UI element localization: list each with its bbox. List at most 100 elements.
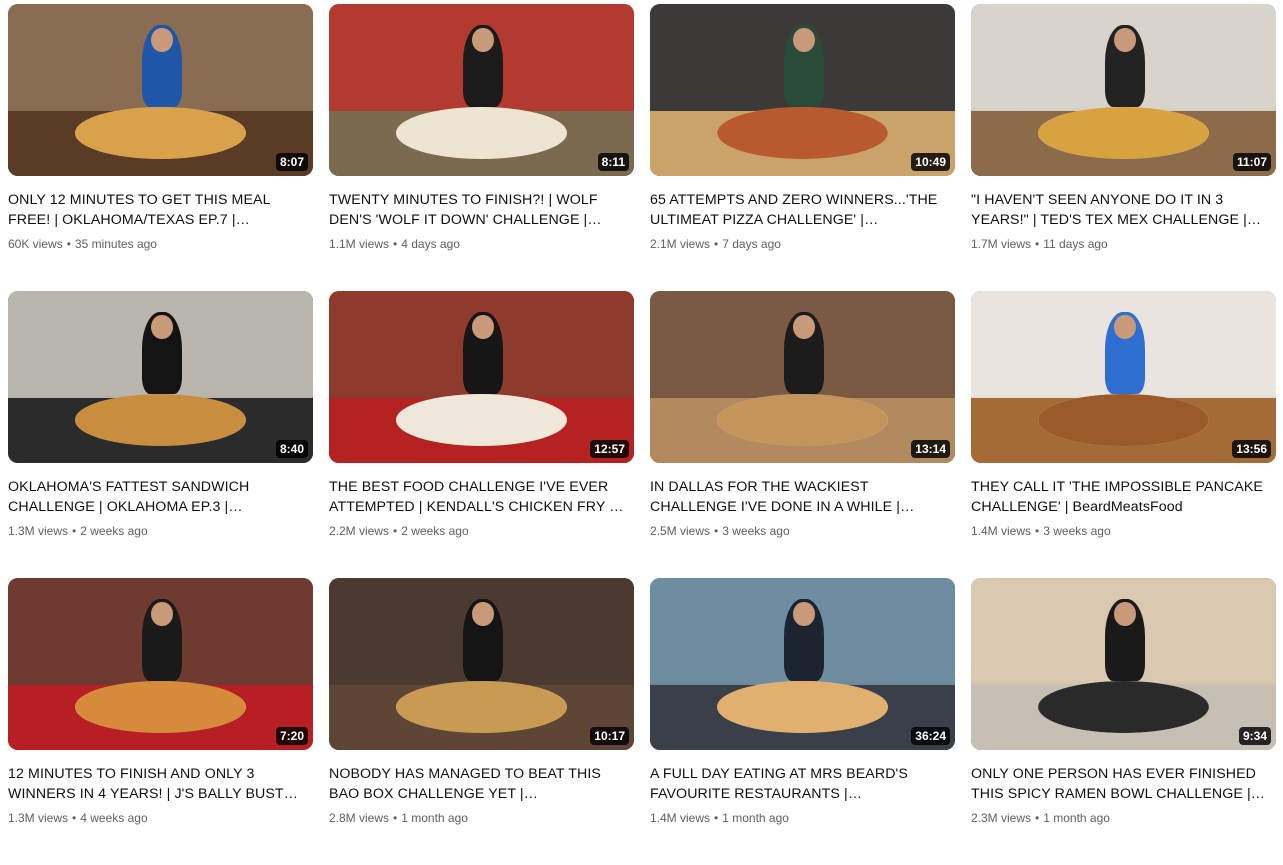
duration-badge: 8:11 [597,153,629,171]
thumbnail-food [1038,394,1209,446]
upload-age: 4 days ago [401,237,460,251]
thumbnail-face [1114,602,1136,627]
duration-badge: 10:49 [911,153,950,171]
thumbnail-food [75,107,246,159]
upload-age: 4 weeks ago [80,811,148,825]
duration-badge: 13:56 [1232,440,1271,458]
upload-age: 7 days ago [722,237,781,251]
upload-age: 2 weeks ago [401,524,469,538]
video-meta: 2.3M views • 1 month ago [971,810,1276,826]
thumbnail-food [1038,107,1209,159]
upload-age: 11 days ago [1043,237,1108,251]
video-thumbnail[interactable]: 8:07 [8,4,313,176]
video-card[interactable]: 9:34 ONLY ONE PERSON HAS EVER FINISHED TH… [971,578,1276,865]
duration-badge: 12:57 [590,440,629,458]
video-title[interactable]: IN DALLAS FOR THE WACKIEST CHALLENGE I'V… [650,477,948,517]
video-thumbnail[interactable]: 36:24 [650,578,955,750]
duration-badge: 36:24 [911,727,950,745]
meta-separator: • [72,524,77,538]
thumbnail-face [151,28,173,53]
video-card[interactable]: 13:14 IN DALLAS FOR THE WACKIEST CHALLENG… [650,291,955,578]
thumbnail-face [793,602,815,627]
video-card[interactable]: 10:49 65 ATTEMPTS AND ZERO WINNERS...'THE… [650,4,955,291]
upload-age: 3 weeks ago [722,524,790,538]
duration-badge: 11:07 [1232,153,1271,171]
video-thumbnail[interactable]: 9:34 [971,578,1276,750]
meta-separator: • [393,237,398,251]
video-title[interactable]: A FULL DAY EATING AT MRS BEARD'S FAVOURI… [650,764,948,804]
view-count: 1.3M views [8,811,69,825]
video-thumbnail[interactable]: 12:57 [329,291,634,463]
video-thumbnail[interactable]: 8:11 [329,4,634,176]
video-title[interactable]: THE BEST FOOD CHALLENGE I'VE EVER ATTEMP… [329,477,627,517]
thumbnail-face [472,602,494,627]
thumbnail-face [1114,28,1136,53]
video-title[interactable]: "I HAVEN'T SEEN ANYONE DO IT IN 3 YEARS!… [971,190,1269,230]
view-count: 1.7M views [971,237,1032,251]
view-count: 2.8M views [329,811,390,825]
video-thumbnail[interactable]: 11:07 [971,4,1276,176]
view-count: 1.4M views [650,811,711,825]
upload-age: 35 minutes ago [74,237,157,251]
video-title[interactable]: 12 MINUTES TO FINISH AND ONLY 3 WINNERS … [8,764,306,804]
video-card[interactable]: 8:40 OKLAHOMA'S FATTEST SANDWICH CHALLENG… [8,291,313,578]
meta-separator: • [714,811,719,825]
video-meta: 2.5M views • 3 weeks ago [650,523,955,539]
video-meta: 2.1M views • 7 days ago [650,236,955,252]
video-card[interactable]: 7:20 12 MINUTES TO FINISH AND ONLY 3 WINN… [8,578,313,865]
video-card[interactable]: 10:17 NOBODY HAS MANAGED TO BEAT THIS BAO… [329,578,634,865]
video-card[interactable]: 11:07 "I HAVEN'T SEEN ANYONE DO IT IN 3 Y… [971,4,1276,291]
duration-badge: 10:17 [590,727,629,745]
thumbnail-face [151,602,173,627]
video-card[interactable]: 36:24 A FULL DAY EATING AT MRS BEARD'S FA… [650,578,955,865]
thumbnail-food [396,394,567,446]
video-card[interactable]: 8:11 TWENTY MINUTES TO FINISH?! | WOLF DE… [329,4,634,291]
thumbnail-face [151,315,173,340]
thumbnail-food [717,394,888,446]
upload-age: 1 month ago [1043,811,1110,825]
video-meta: 60K views • 35 minutes ago [8,236,313,252]
meta-separator: • [66,237,71,251]
meta-separator: • [393,524,398,538]
upload-age: 1 month ago [722,811,789,825]
video-meta: 1.3M views • 4 weeks ago [8,810,313,826]
video-title[interactable]: TWENTY MINUTES TO FINISH?! | WOLF DEN'S … [329,190,627,230]
view-count: 60K views [8,237,63,251]
meta-separator: • [1035,811,1040,825]
duration-badge: 7:20 [275,727,308,745]
video-card[interactable]: 12:57 THE BEST FOOD CHALLENGE I'VE EVER A… [329,291,634,578]
thumbnail-food [1038,681,1209,733]
upload-age: 2 weeks ago [80,524,148,538]
video-thumbnail[interactable]: 7:20 [8,578,313,750]
thumbnail-face [472,28,494,53]
view-count: 2.5M views [650,524,711,538]
video-card[interactable]: 13:56 THEY CALL IT 'THE IMPOSSIBLE PANCAK… [971,291,1276,578]
duration-badge: 13:14 [911,440,950,458]
thumbnail-food [75,681,246,733]
video-title[interactable]: NOBODY HAS MANAGED TO BEAT THIS BAO BOX … [329,764,627,804]
thumbnail-food [717,681,888,733]
thumbnail-food [717,107,888,159]
video-thumbnail[interactable]: 10:17 [329,578,634,750]
video-title[interactable]: 65 ATTEMPTS AND ZERO WINNERS...'THE ULTI… [650,190,948,230]
video-title[interactable]: THEY CALL IT 'THE IMPOSSIBLE PANCAKE CHA… [971,477,1269,517]
video-thumbnail[interactable]: 8:40 [8,291,313,463]
thumbnail-face [472,315,494,340]
thumbnail-face [793,315,815,340]
video-meta: 1.4M views • 1 month ago [650,810,955,826]
view-count: 1.4M views [971,524,1032,538]
duration-badge: 9:34 [1238,727,1271,745]
video-thumbnail[interactable]: 13:14 [650,291,955,463]
video-thumbnail[interactable]: 10:49 [650,4,955,176]
video-meta: 1.3M views • 2 weeks ago [8,523,313,539]
meta-separator: • [72,811,77,825]
video-title[interactable]: ONLY 12 MINUTES TO GET THIS MEAL FREE! |… [8,190,306,230]
video-title[interactable]: ONLY ONE PERSON HAS EVER FINISHED THIS S… [971,764,1269,804]
video-card[interactable]: 8:07 ONLY 12 MINUTES TO GET THIS MEAL FRE… [8,4,313,291]
video-thumbnail[interactable]: 13:56 [971,291,1276,463]
video-meta: 2.8M views • 1 month ago [329,810,634,826]
video-meta: 1.1M views • 4 days ago [329,236,634,252]
video-title[interactable]: OKLAHOMA'S FATTEST SANDWICH CHALLENGE | … [8,477,306,517]
view-count: 2.3M views [971,811,1032,825]
video-grid: 8:07 ONLY 12 MINUTES TO GET THIS MEAL FRE… [8,4,1276,865]
